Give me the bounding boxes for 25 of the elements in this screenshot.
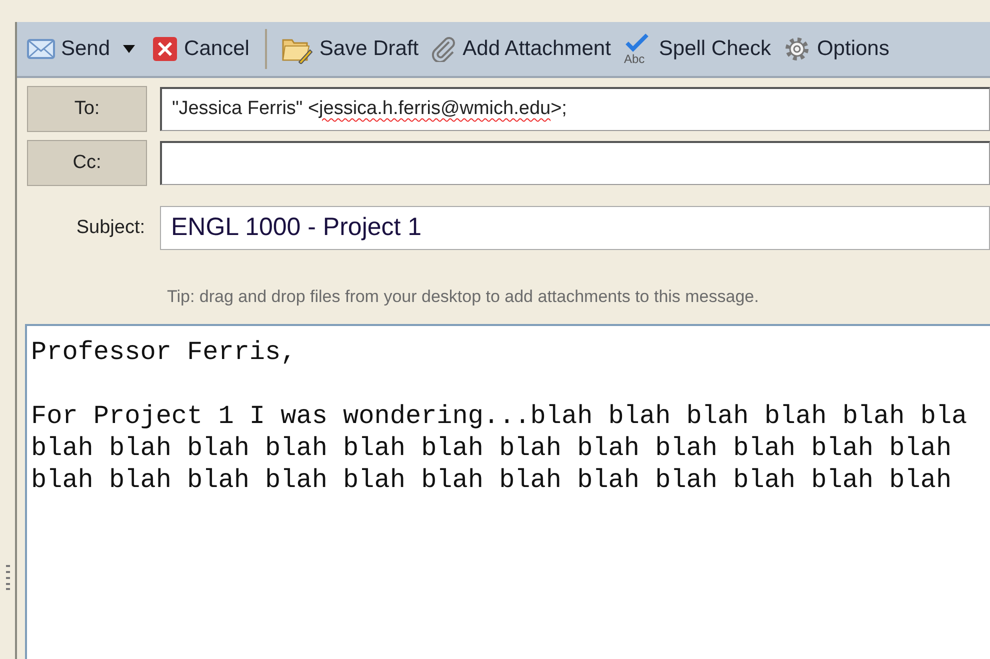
- recipient-field[interactable]: "Jessica Ferris" <jessica.h.ferris@wmich.edu>;: [160, 87, 990, 131]
- field-label: Subject:: [75, 216, 146, 240]
- body-text-line: blah blah blah blah blah blah blah blah blah blah blah blah: [31, 464, 952, 496]
- toolbar-button[interactable]: Abc Spell Check: [622, 33, 779, 65]
- subject-field[interactable]: ENGL 1000 - Project 1: [160, 206, 990, 250]
- toolbar-button[interactable]: Save Draft: [281, 33, 427, 65]
- body-text-line: Professor Ferris,: [31, 336, 296, 368]
- close-icon: [153, 37, 178, 61]
- folder-pencil-icon: [282, 39, 314, 64]
- body-text-line: blah blah blah blah blah blah blah blah blah blah blah blah: [31, 432, 952, 464]
- toolbar-button[interactable]: Options: [782, 33, 898, 65]
- envelope-icon: [27, 39, 55, 59]
- caret-icon[interactable]: [123, 45, 136, 53]
- toolbar-button[interactable]: Send: [27, 33, 118, 65]
- paperclip-icon: [432, 37, 455, 62]
- field-label-button[interactable]: Cc:: [27, 140, 147, 186]
- toolbar-button[interactable]: Add Attachment: [430, 33, 619, 65]
- gear-icon: [785, 38, 808, 60]
- toolbar-button[interactable]: Cancel: [152, 33, 258, 65]
- tip-text: Tip: drag and drop files from your desktop to add attachments to this message.: [167, 286, 760, 308]
- field-label-button[interactable]: To:: [27, 86, 147, 132]
- message-body-field[interactable]: Professor Ferris, For Project 1 I was wondering...blah blah blah blah blah bla blah blah blah blah blah blah blah blah blah blah blah blah blah blah blah blah blah blah blah blah blah blah blah blah: [25, 324, 990, 659]
- recipient-field[interactable]: [160, 141, 990, 185]
- splitter-grip-icon[interactable]: [6, 565, 10, 590]
- body-text-line: For Project 1 I was wondering...blah blah blah blah blah bla: [31, 400, 968, 432]
